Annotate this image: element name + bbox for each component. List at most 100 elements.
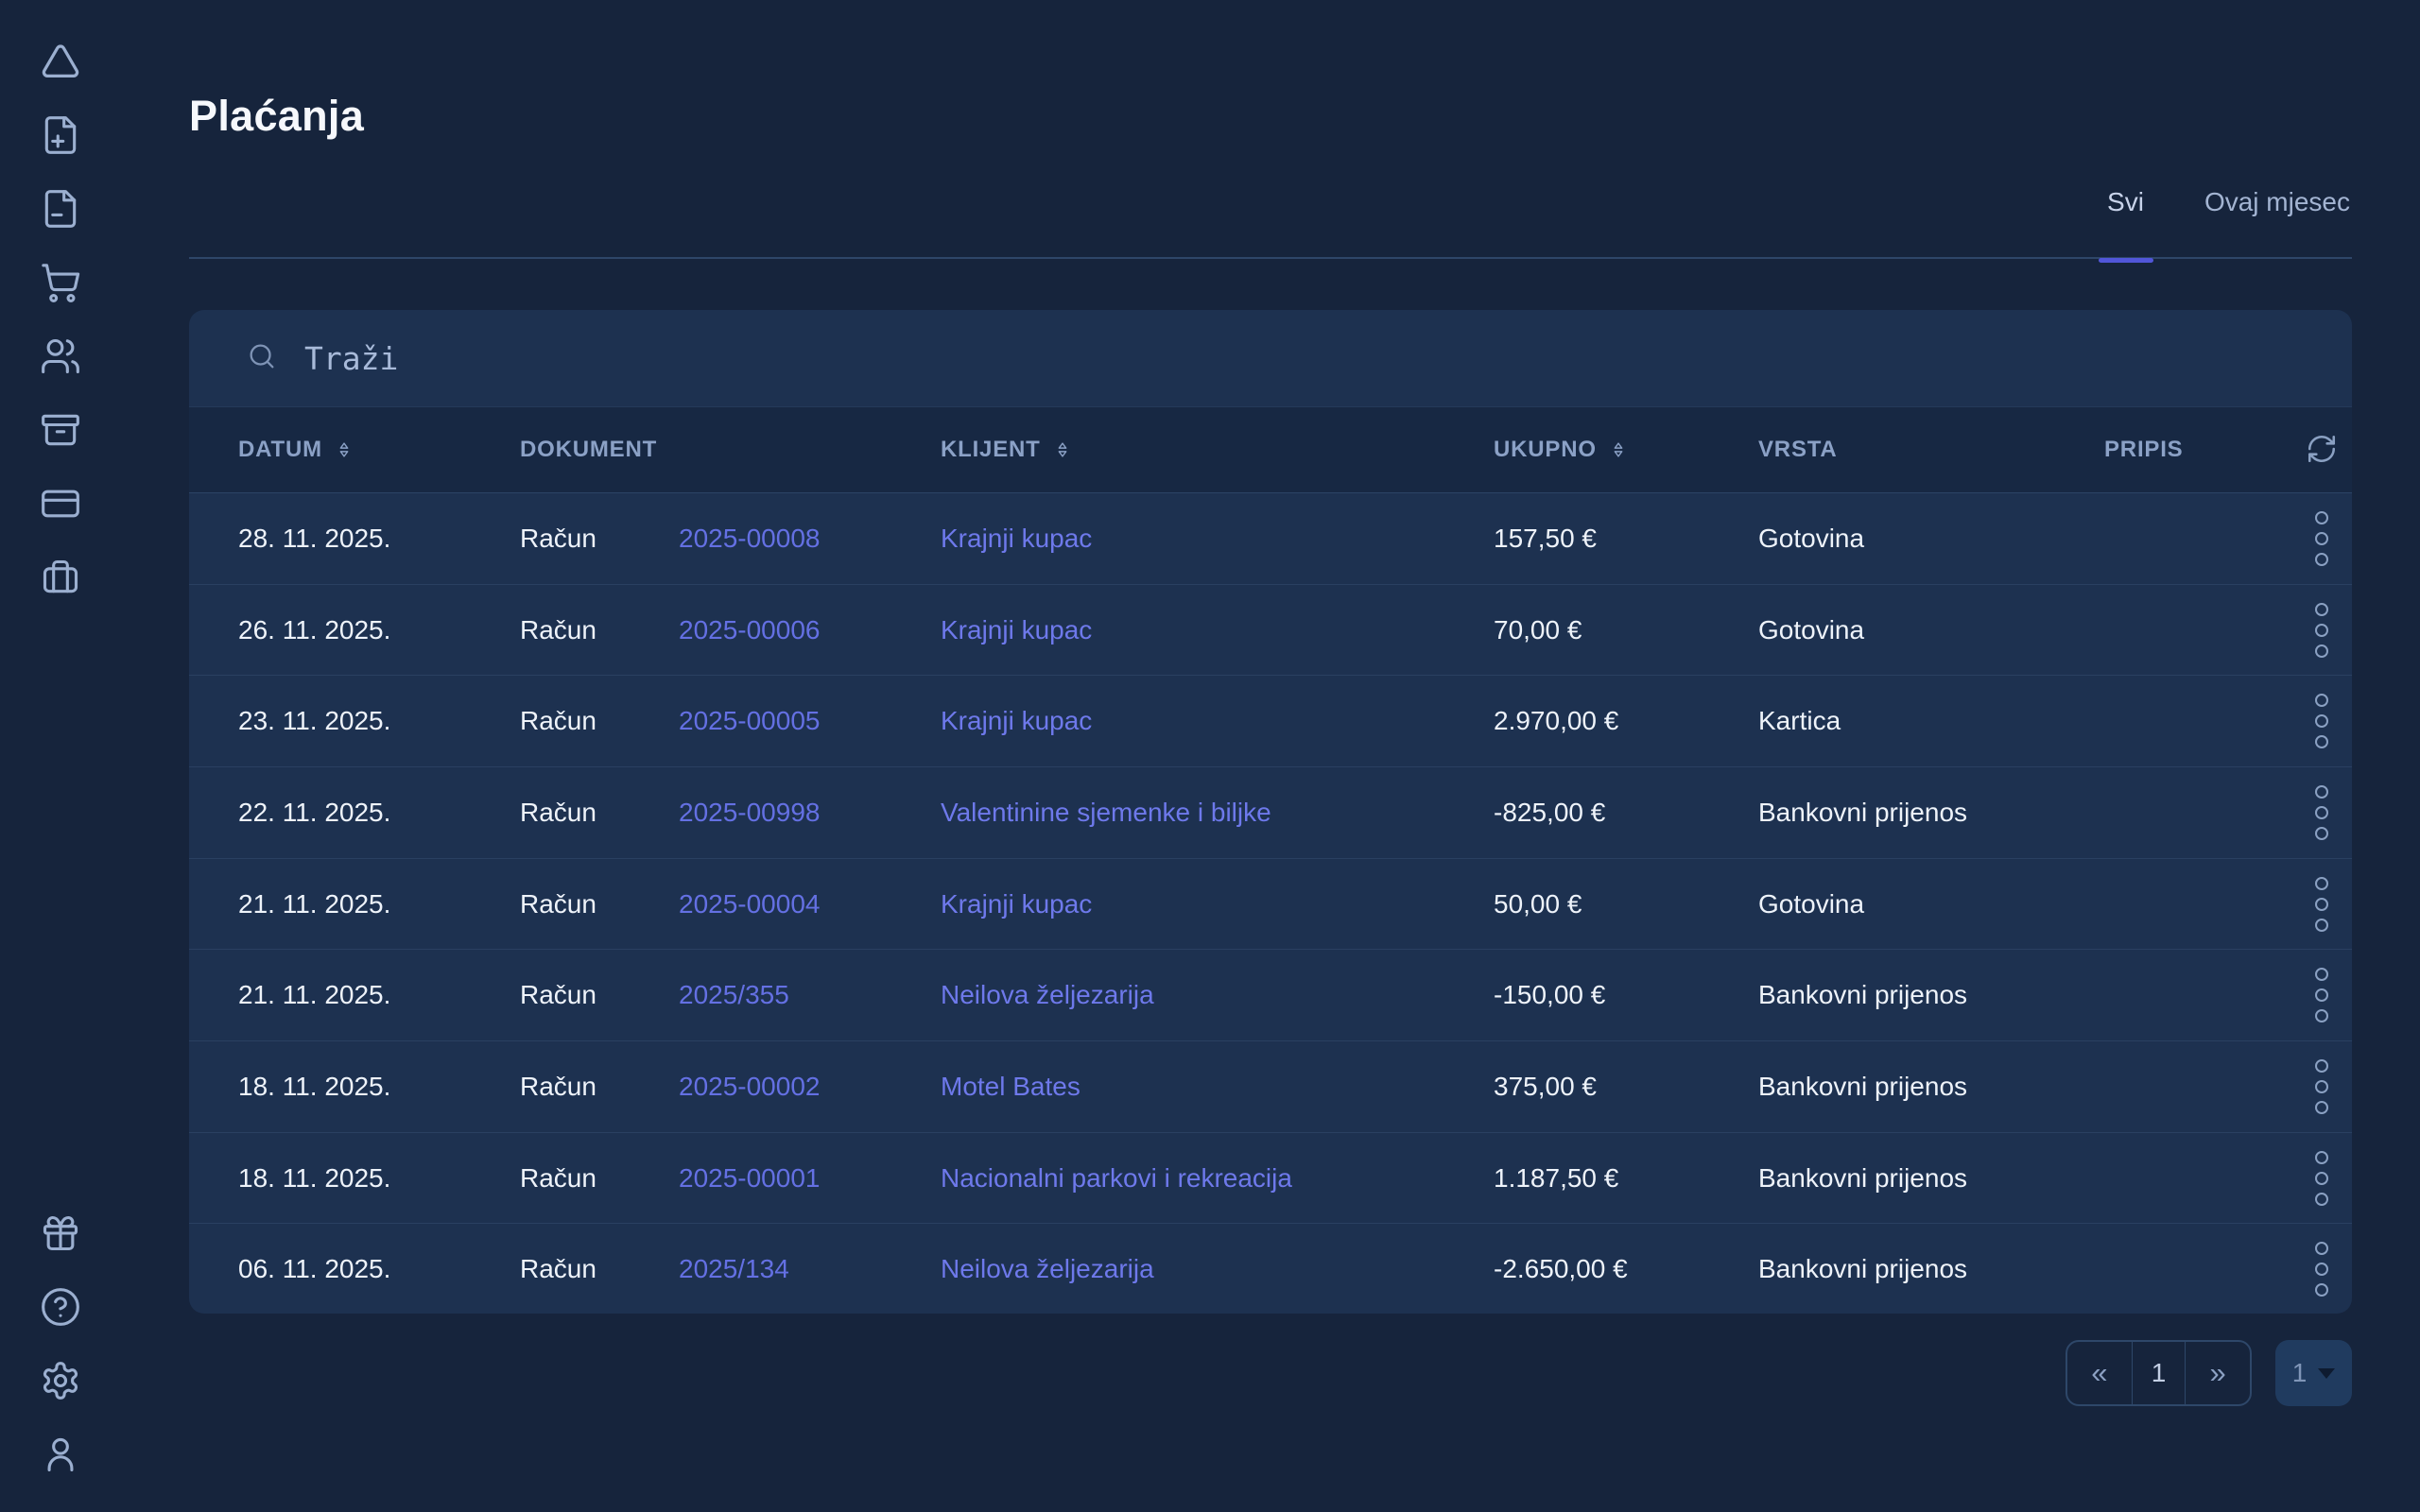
document-number-link[interactable]: 2025-00006	[679, 615, 941, 645]
row-menu-button[interactable]	[2309, 597, 2334, 663]
page-size-dropdown[interactable]: 1	[2275, 1340, 2352, 1406]
kebab-dot-icon	[2315, 968, 2328, 981]
client-link[interactable]: Krajnji kupac	[941, 889, 1494, 919]
sort-icon	[334, 439, 354, 460]
tabs-divider	[189, 257, 2352, 259]
client-link[interactable]: Krajnji kupac	[941, 706, 1494, 736]
kebab-dot-icon	[2315, 919, 2328, 932]
refresh-button[interactable]	[2290, 433, 2352, 468]
client-link[interactable]: Krajnji kupac	[941, 615, 1494, 645]
cell-datum: 28. 11. 2025.	[238, 524, 520, 554]
triangle-logo-icon	[39, 40, 82, 88]
column-header-klijent[interactable]: KLIJENT	[941, 437, 1494, 463]
column-header-ukupno[interactable]: UKUPNO	[1494, 437, 1758, 463]
refresh-icon	[2306, 433, 2338, 468]
table-row: 21. 11. 2025. Račun 2025/355 Neilova žel…	[189, 949, 2352, 1040]
sidebar-top-group	[0, 26, 121, 616]
kebab-dot-icon	[2315, 1059, 2328, 1073]
table-row: 18. 11. 2025. Račun 2025-00002 Motel Bat…	[189, 1040, 2352, 1132]
sort-icon	[1052, 439, 1073, 460]
sidebar-item-new-document[interactable]	[0, 100, 121, 174]
cell-datum: 26. 11. 2025.	[238, 615, 520, 645]
kebab-dot-icon	[2315, 1193, 2328, 1206]
document-number-link[interactable]: 2025-00005	[679, 706, 941, 736]
client-link[interactable]: Motel Bates	[941, 1072, 1494, 1102]
column-header-vrsta[interactable]: VRSTA	[1758, 437, 2104, 463]
kebab-dot-icon	[2315, 1242, 2328, 1255]
row-menu-button[interactable]	[2309, 506, 2334, 572]
cell-payment-type: Gotovina	[1758, 524, 2104, 554]
cell-total: 1.187,50 €	[1494, 1163, 1758, 1194]
settings-gear-icon	[40, 1360, 81, 1406]
client-link[interactable]: Neilova željezarija	[941, 1254, 1494, 1284]
sidebar-item-documents[interactable]	[0, 174, 121, 248]
document-number-link[interactable]: 2025-00998	[679, 798, 941, 828]
row-menu-button[interactable]	[2309, 962, 2334, 1028]
sidebar-item-business[interactable]	[0, 542, 121, 616]
sidebar-item-logo[interactable]	[0, 26, 121, 100]
sidebar-item-products[interactable]	[0, 395, 121, 469]
current-page-indicator: 1	[2132, 1342, 2187, 1404]
client-link[interactable]: Nacionalni parkovi i rekreacija	[941, 1163, 1494, 1194]
sidebar-item-rewards[interactable]	[0, 1198, 121, 1272]
sidebar-item-account[interactable]	[0, 1419, 121, 1493]
column-header-dokument[interactable]: DOKUMENT	[520, 437, 941, 463]
cell-actions	[2290, 597, 2352, 663]
row-menu-button[interactable]	[2309, 688, 2334, 754]
file-plus-icon	[40, 114, 81, 161]
cell-payment-type: Bankovni prijenos	[1758, 798, 2104, 828]
sort-icon	[1608, 439, 1629, 460]
kebab-dot-icon	[2315, 714, 2328, 728]
cell-document-type: Račun	[520, 524, 679, 554]
cell-total: -150,00 €	[1494, 980, 1758, 1010]
cell-total: 2.970,00 €	[1494, 706, 1758, 736]
table-row: 23. 11. 2025. Račun 2025-00005 Krajnji k…	[189, 675, 2352, 766]
client-link[interactable]: Valentinine sjemenke i biljke	[941, 798, 1494, 828]
kebab-dot-icon	[2315, 735, 2328, 748]
table-header: DATUM DOKUMENT KLIJENT UKUPNO VRSTA PRIP…	[189, 406, 2352, 493]
sidebar-item-settings[interactable]	[0, 1346, 121, 1419]
cell-document-type: Račun	[520, 1163, 679, 1194]
sidebar-item-payments[interactable]	[0, 469, 121, 542]
row-menu-button[interactable]	[2309, 871, 2334, 937]
table-body: 28. 11. 2025. Račun 2025-00008 Krajnji k…	[189, 493, 2352, 1314]
filter-tabs: Svi Ovaj mjesec	[2107, 187, 2350, 225]
payments-card: DATUM DOKUMENT KLIJENT UKUPNO VRSTA PRIP…	[189, 310, 2352, 1314]
kebab-dot-icon	[2315, 603, 2328, 616]
sidebar-item-purchases[interactable]	[0, 248, 121, 321]
search-input[interactable]	[304, 340, 2352, 377]
document-number-link[interactable]: 2025-00001	[679, 1163, 941, 1194]
row-menu-button[interactable]	[2309, 1054, 2334, 1120]
table-row: 26. 11. 2025. Račun 2025-00006 Krajnji k…	[189, 584, 2352, 676]
document-number-link[interactable]: 2025-00008	[679, 524, 941, 554]
document-number-link[interactable]: 2025/134	[679, 1254, 941, 1284]
cell-total: 157,50 €	[1494, 524, 1758, 554]
kebab-dot-icon	[2315, 644, 2328, 658]
sidebar-item-help[interactable]	[0, 1272, 121, 1346]
client-link[interactable]: Neilova željezarija	[941, 980, 1494, 1010]
tab-svi[interactable]: Svi	[2107, 187, 2144, 225]
cell-document-type: Račun	[520, 980, 679, 1010]
row-menu-button[interactable]	[2309, 780, 2334, 846]
prev-page-button[interactable]: «	[2067, 1342, 2132, 1404]
cell-payment-type: Bankovni prijenos	[1758, 1254, 2104, 1284]
cell-actions	[2290, 1236, 2352, 1302]
cell-datum: 22. 11. 2025.	[238, 798, 520, 828]
column-header-pripis[interactable]: PRIPIS	[2104, 437, 2290, 463]
document-number-link[interactable]: 2025/355	[679, 980, 941, 1010]
row-menu-button[interactable]	[2309, 1145, 2334, 1211]
kebab-dot-icon	[2315, 694, 2328, 707]
pagination: « 1 » 1	[189, 1340, 2352, 1408]
row-menu-button[interactable]	[2309, 1236, 2334, 1302]
sidebar-item-clients[interactable]	[0, 321, 121, 395]
document-number-link[interactable]: 2025-00002	[679, 1072, 941, 1102]
tab-ovaj-mjesec[interactable]: Ovaj mjesec	[2204, 187, 2350, 225]
cell-total: 50,00 €	[1494, 889, 1758, 919]
column-header-datum[interactable]: DATUM	[238, 437, 520, 463]
client-link[interactable]: Krajnji kupac	[941, 524, 1494, 554]
document-number-link[interactable]: 2025-00004	[679, 889, 941, 919]
next-page-button[interactable]: »	[2186, 1342, 2250, 1404]
kebab-dot-icon	[2315, 1080, 2328, 1093]
kebab-dot-icon	[2315, 1101, 2328, 1114]
user-icon	[40, 1434, 81, 1480]
